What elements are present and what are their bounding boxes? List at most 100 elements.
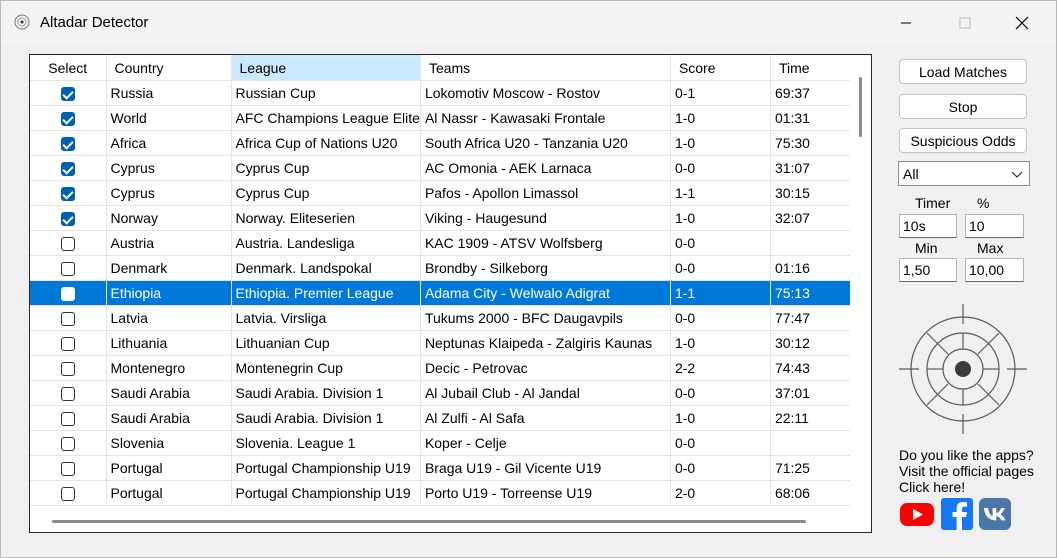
table-row[interactable]: Russia Russian Cup Lokomotiv Moscow - Rost… <box>30 80 852 106</box>
select-cell[interactable] <box>30 130 107 156</box>
table-row[interactable]: Portugal Portugal Championship U19 Porto U… <box>30 480 852 506</box>
teams-cell[interactable]: Lokomotiv Moscow - Rostov <box>420 80 671 106</box>
horizontal-scrollbar[interactable] <box>30 510 850 532</box>
time-cell[interactable]: 75:13 <box>770 280 852 306</box>
row-select-checkbox[interactable] <box>60 137 75 152</box>
select-cell[interactable] <box>30 455 107 481</box>
time-cell[interactable]: 30:12 <box>770 330 852 356</box>
column-header-select[interactable]: Select <box>30 55 107 81</box>
row-select-checkbox[interactable] <box>60 287 75 302</box>
teams-cell[interactable]: Viking - Haugesund <box>420 205 671 231</box>
horizontal-scroll-thumb[interactable] <box>52 520 806 523</box>
league-cell[interactable]: Denmark. Landspokal <box>231 255 421 281</box>
league-cell[interactable]: Portugal Championship U19 <box>231 480 421 506</box>
percent-field[interactable]: 10 <box>965 214 1024 238</box>
score-cell[interactable]: 1-0 <box>670 330 771 356</box>
select-cell[interactable] <box>30 480 107 506</box>
league-cell[interactable]: Norway. Eliteserien <box>231 205 421 231</box>
score-cell[interactable]: 0-0 <box>670 455 771 481</box>
country-cell[interactable]: Russia <box>106 80 232 106</box>
score-cell[interactable]: 1-0 <box>670 130 771 156</box>
vertical-scroll-thumb[interactable] <box>859 77 862 137</box>
table-row[interactable]: Austria Austria. Landesliga KAC 1909 - ATS… <box>30 230 852 256</box>
time-cell[interactable]: 69:37 <box>770 80 852 106</box>
row-select-checkbox[interactable] <box>60 487 75 502</box>
column-header-country[interactable]: Country <box>106 55 232 81</box>
league-cell[interactable]: Lithuanian Cup <box>231 330 421 356</box>
table-row[interactable]: Denmark Denmark. Landspokal Brondby - Silk… <box>30 255 852 281</box>
time-cell[interactable]: 30:15 <box>770 180 852 206</box>
country-cell[interactable]: Portugal <box>106 480 232 506</box>
time-cell[interactable]: 68:06 <box>770 480 852 506</box>
country-cell[interactable]: Latvia <box>106 305 232 331</box>
time-cell[interactable]: 75:30 <box>770 130 852 156</box>
league-cell[interactable]: Africa Cup of Nations U20 <box>231 130 421 156</box>
time-cell[interactable] <box>770 230 852 256</box>
country-cell[interactable]: Denmark <box>106 255 232 281</box>
row-select-checkbox[interactable] <box>60 262 75 277</box>
country-cell[interactable]: Slovenia <box>106 430 232 456</box>
score-cell[interactable]: 1-1 <box>670 280 771 306</box>
country-cell[interactable]: Africa <box>106 130 232 156</box>
country-cell[interactable]: Cyprus <box>106 155 232 181</box>
select-cell[interactable] <box>30 105 107 131</box>
select-cell[interactable] <box>30 280 107 306</box>
row-select-checkbox[interactable] <box>60 412 75 427</box>
time-cell[interactable]: 77:47 <box>770 305 852 331</box>
load-matches-button[interactable]: Load Matches <box>899 59 1027 84</box>
teams-cell[interactable]: KAC 1909 - ATSV Wolfsberg <box>420 230 671 256</box>
select-cell[interactable] <box>30 80 107 106</box>
teams-cell[interactable]: Pafos - Apollon Limassol <box>420 180 671 206</box>
select-cell[interactable] <box>30 305 107 331</box>
table-row[interactable]: Saudi Arabia Saudi Arabia. Division 1 Al Z… <box>30 405 852 431</box>
time-cell[interactable]: 01:31 <box>770 105 852 131</box>
teams-cell[interactable]: Braga U19 - Gil Vicente U19 <box>420 455 671 481</box>
table-row[interactable]: Ethiopia Ethiopia. Premier League Adama Ci… <box>30 280 852 306</box>
column-header-league[interactable]: League <box>231 55 421 81</box>
select-cell[interactable] <box>30 205 107 231</box>
league-cell[interactable]: Slovenia. League 1 <box>231 430 421 456</box>
title-bar[interactable]: Altadar Detector <box>1 1 1056 45</box>
teams-cell[interactable]: AC Omonia - AEK Larnaca <box>420 155 671 181</box>
score-cell[interactable]: 1-0 <box>670 405 771 431</box>
country-cell[interactable]: Saudi Arabia <box>106 380 232 406</box>
close-button[interactable] <box>999 1 1045 45</box>
table-row[interactable]: Montenegro Montenegrin Cup Decic - Petrova… <box>30 355 852 381</box>
teams-cell[interactable]: Al Zulfi - Al Safa <box>420 405 671 431</box>
league-cell[interactable]: Austria. Landesliga <box>231 230 421 256</box>
league-cell[interactable]: Ethiopia. Premier League <box>231 280 421 306</box>
country-cell[interactable]: Saudi Arabia <box>106 405 232 431</box>
row-select-checkbox[interactable] <box>60 212 75 227</box>
youtube-icon[interactable] <box>899 498 935 530</box>
country-cell[interactable]: Norway <box>106 205 232 231</box>
table-row[interactable]: Lithuania Lithuanian Cup Neptunas Klaipeda… <box>30 330 852 356</box>
promo-link[interactable]: Do you like the apps? Visit the official… <box>899 447 1034 495</box>
select-cell[interactable] <box>30 330 107 356</box>
score-cell[interactable]: 0-0 <box>670 430 771 456</box>
league-cell[interactable]: Cyprus Cup <box>231 180 421 206</box>
score-cell[interactable]: 0-1 <box>670 80 771 106</box>
country-cell[interactable]: Portugal <box>106 455 232 481</box>
table-row[interactable]: Norway Norway. Eliteserien Viking - Hauges… <box>30 205 852 231</box>
teams-cell[interactable]: Al Jubail Club - Al Jandal <box>420 380 671 406</box>
timer-field[interactable]: 10s <box>899 214 957 238</box>
teams-cell[interactable]: Neptunas Klaipeda - Zalgiris Kaunas <box>420 330 671 356</box>
select-cell[interactable] <box>30 255 107 281</box>
league-cell[interactable]: Saudi Arabia. Division 1 <box>231 380 421 406</box>
score-cell[interactable]: 1-0 <box>670 105 771 131</box>
vertical-scrollbar[interactable] <box>850 55 870 532</box>
league-cell[interactable]: Saudi Arabia. Division 1 <box>231 405 421 431</box>
row-select-checkbox[interactable] <box>60 312 75 327</box>
teams-cell[interactable]: South Africa U20 - Tanzania U20 <box>420 130 671 156</box>
row-select-checkbox[interactable] <box>60 337 75 352</box>
vk-icon[interactable] <box>978 498 1012 530</box>
table-row[interactable]: Portugal Portugal Championship U19 Braga U… <box>30 455 852 481</box>
min-odds-field[interactable]: 1,50 <box>899 258 957 282</box>
table-row[interactable]: Africa Africa Cup of Nations U20 South Afr… <box>30 130 852 156</box>
time-cell[interactable] <box>770 430 852 456</box>
score-cell[interactable]: 0-0 <box>670 230 771 256</box>
select-cell[interactable] <box>30 230 107 256</box>
select-cell[interactable] <box>30 355 107 381</box>
teams-cell[interactable]: Porto U19 - Torreense U19 <box>420 480 671 506</box>
suspicious-odds-button[interactable]: Suspicious Odds <box>899 128 1027 153</box>
